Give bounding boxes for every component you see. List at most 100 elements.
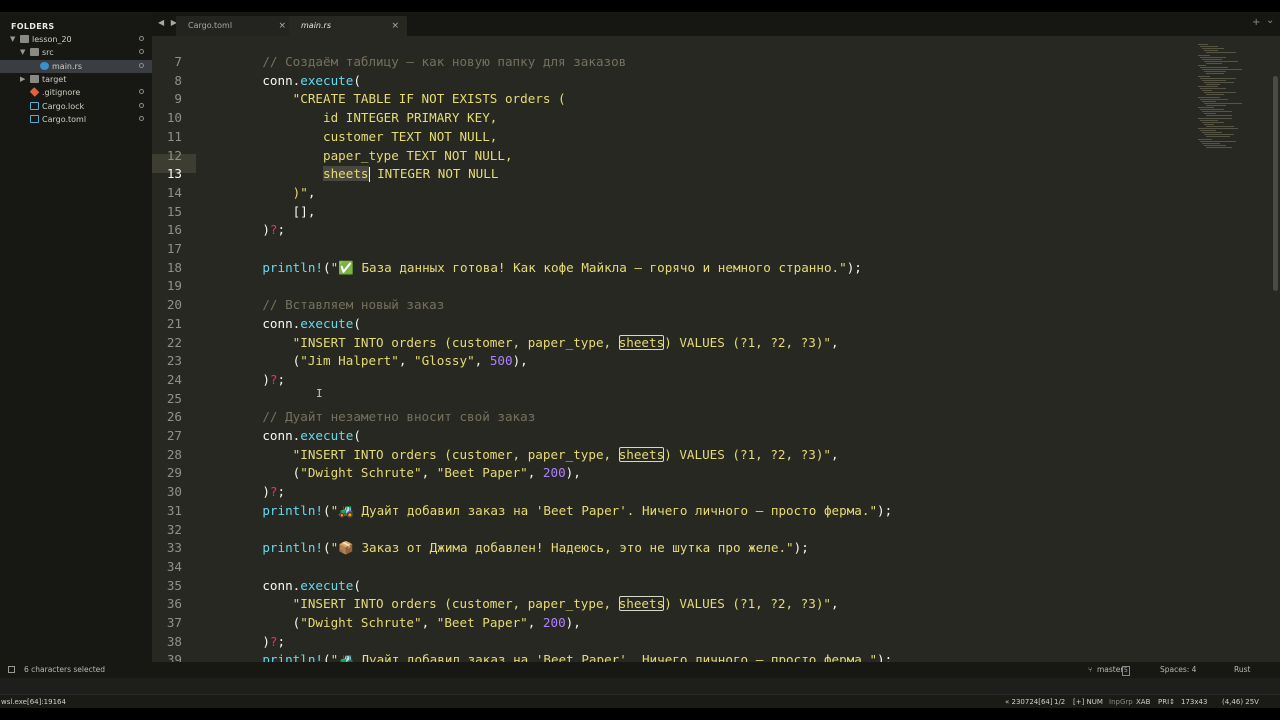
folder-icon — [20, 35, 29, 43]
sidebar-item-label: .gitignore — [42, 88, 81, 98]
sidebar-item-target[interactable]: ▶ target — [0, 73, 152, 86]
minimap-line — [1204, 60, 1238, 62]
sidebar-item-lesson-20[interactable]: ▼ lesson_20 — [0, 33, 152, 46]
minimap-line — [1198, 75, 1210, 77]
code-line[interactable]: sheets INTEGER NOT NULL — [232, 164, 498, 183]
sidebar-item-cargo-lock[interactable]: Cargo.lock — [0, 100, 152, 113]
sidebar-item-main-rs[interactable]: main.rs — [0, 59, 152, 73]
minimap-line — [1204, 81, 1234, 83]
code-line[interactable]: conn.execute( — [232, 576, 361, 595]
minimap-line — [1198, 117, 1232, 119]
minimap-line — [1204, 92, 1236, 94]
code-token: println! — [232, 502, 323, 518]
close-icon[interactable]: × — [391, 16, 399, 36]
minimap-line — [1198, 86, 1218, 87]
code-token: "🚜 Дуайт добавил заказ на 'Beet Paper'. … — [330, 502, 878, 518]
tab-label: Cargo.toml — [188, 21, 233, 30]
code-token: , — [307, 184, 316, 200]
code-token: ); — [793, 540, 809, 556]
line-number: 9 — [174, 91, 182, 107]
code-line[interactable]: // Дуайт незаметно вносит свой заказ — [232, 407, 535, 426]
code-editor[interactable]: 7 8 9 10 11 12 13 14 15 16 17 18 19 20 21 22 23 24 25 26 27 2… — [152, 36, 1280, 662]
code-line[interactable]: conn.execute( — [232, 71, 361, 90]
code-line[interactable]: )?; — [232, 482, 285, 501]
code-token: ( — [232, 353, 301, 369]
code-token: ) VALUES (?1, ?2, ?3)" — [664, 334, 831, 350]
line-number: 35 — [166, 577, 182, 593]
terminal-inpgrp: InpGrp — [1109, 698, 1133, 706]
close-icon[interactable]: × — [278, 16, 286, 36]
sidebar-item-label: Cargo.toml — [42, 114, 87, 124]
syntax-selector[interactable]: Rust — [1234, 662, 1250, 678]
git-branch[interactable]: master — [1097, 662, 1123, 678]
line-number: 13 — [166, 166, 182, 182]
chevron-down-icon[interactable]: ▼ — [20, 46, 25, 59]
code-token: ) VALUES (?1, ?2, ?3)" — [664, 446, 831, 462]
code-line[interactable]: "INSERT INTO orders (customer, paper_typ… — [232, 445, 839, 464]
line-number: 36 — [166, 596, 182, 612]
code-token: ; — [277, 633, 286, 649]
code-line[interactable]: // Вставляем новый заказ — [232, 295, 444, 314]
code-line[interactable]: println!("🚜 Дуайт добавил заказ на 'Beet… — [232, 650, 892, 662]
code-line[interactable]: println!("🚜 Дуайт добавил заказ на 'Beet… — [232, 501, 892, 520]
minimap-line — [1198, 107, 1214, 108]
indentation-setting[interactable]: Spaces: 4 — [1160, 662, 1196, 678]
git-badge: 5 — [1122, 666, 1130, 676]
code-line[interactable]: paper_type TEXT NOT NULL, — [232, 146, 513, 165]
chevron-right-icon[interactable]: ▶ — [20, 73, 25, 86]
chevron-down-icon[interactable]: ▼ — [10, 33, 15, 46]
code-line[interactable]: println!("📦 Заказ от Джима добавлен! Над… — [232, 538, 809, 557]
minimap-line — [1202, 48, 1224, 50]
code-token: ( — [232, 465, 301, 481]
code-line[interactable]: id INTEGER PRIMARY KEY, — [232, 108, 497, 127]
code-line[interactable]: )?; — [232, 220, 285, 239]
code-line[interactable]: "CREATE TABLE IF NOT EXISTS orders ( — [232, 89, 566, 108]
minimap-line — [1198, 96, 1220, 98]
minimap-line — [1206, 83, 1220, 85]
panel-toggle-icon[interactable] — [8, 666, 15, 673]
code-line[interactable]: )?; — [232, 370, 285, 389]
line-number: 21 — [166, 315, 182, 331]
line-number: 10 — [166, 110, 182, 126]
minimap-line — [1202, 58, 1222, 60]
sidebar-item-gitignore[interactable]: .gitignore — [0, 86, 152, 99]
code-line[interactable]: ("Jim Halpert", "Glossy", 500), — [232, 351, 528, 370]
chevron-down-icon[interactable]: ⌄ — [1266, 15, 1274, 26]
code-line[interactable]: )", — [232, 183, 316, 202]
terminal-size: 173x43 — [1181, 698, 1208, 706]
code-line[interactable]: println!("✅ База данных готова! Как кофе… — [232, 258, 862, 277]
code-token: "Glossy" — [414, 353, 475, 369]
code-line[interactable]: ("Dwight Schrute", "Beet Paper", 200), — [232, 463, 581, 482]
tab-cargo-toml[interactable]: Cargo.toml × — [176, 16, 294, 36]
status-bar: 6 characters selected ⑂ master 5 Spaces:… — [0, 662, 1280, 678]
line-number: 17 — [166, 241, 182, 256]
vertical-scrollbar[interactable] — [1273, 76, 1278, 291]
code-token: "Jim Halpert" — [300, 353, 399, 369]
code-line[interactable]: conn.execute( — [232, 314, 361, 333]
sidebar-item-src[interactable]: ▼ src — [0, 46, 152, 59]
sidebar-item-label: target — [42, 74, 67, 84]
tab-main-rs[interactable]: main.rs × — [289, 16, 407, 36]
code-token: "Dwight Schrute" — [300, 465, 422, 481]
code-line[interactable]: customer TEXT NOT NULL, — [232, 127, 497, 146]
line-number: 28 — [166, 446, 182, 462]
line-number: 33 — [166, 540, 182, 556]
code-line[interactable]: )?; — [232, 632, 285, 651]
code-line[interactable]: "INSERT INTO orders (customer, paper_typ… — [232, 594, 839, 613]
new-tab-icon[interactable]: + — [1252, 17, 1260, 28]
code-line[interactable]: conn.execute( — [232, 426, 361, 445]
code-line[interactable]: "INSERT INTO orders (customer, paper_typ… — [232, 333, 839, 352]
line-number: 23 — [166, 353, 182, 369]
code-line[interactable]: ("Dwight Schrute", "Beet Paper", 200), — [232, 613, 581, 632]
code-line[interactable]: // Создаём таблицу — как новую папку для… — [232, 52, 626, 71]
line-number: 25 — [166, 390, 182, 406]
minimap-line — [1198, 138, 1212, 140]
line-number: 27 — [166, 428, 182, 443]
sidebar-item-cargo-toml[interactable]: Cargo.toml — [0, 113, 152, 126]
code-line[interactable]: [], — [232, 202, 316, 221]
minimap[interactable] — [1198, 44, 1266, 154]
minimap-line — [1204, 144, 1226, 146]
code-token: ? — [269, 222, 278, 238]
selection-status: 6 characters selected — [24, 665, 106, 674]
